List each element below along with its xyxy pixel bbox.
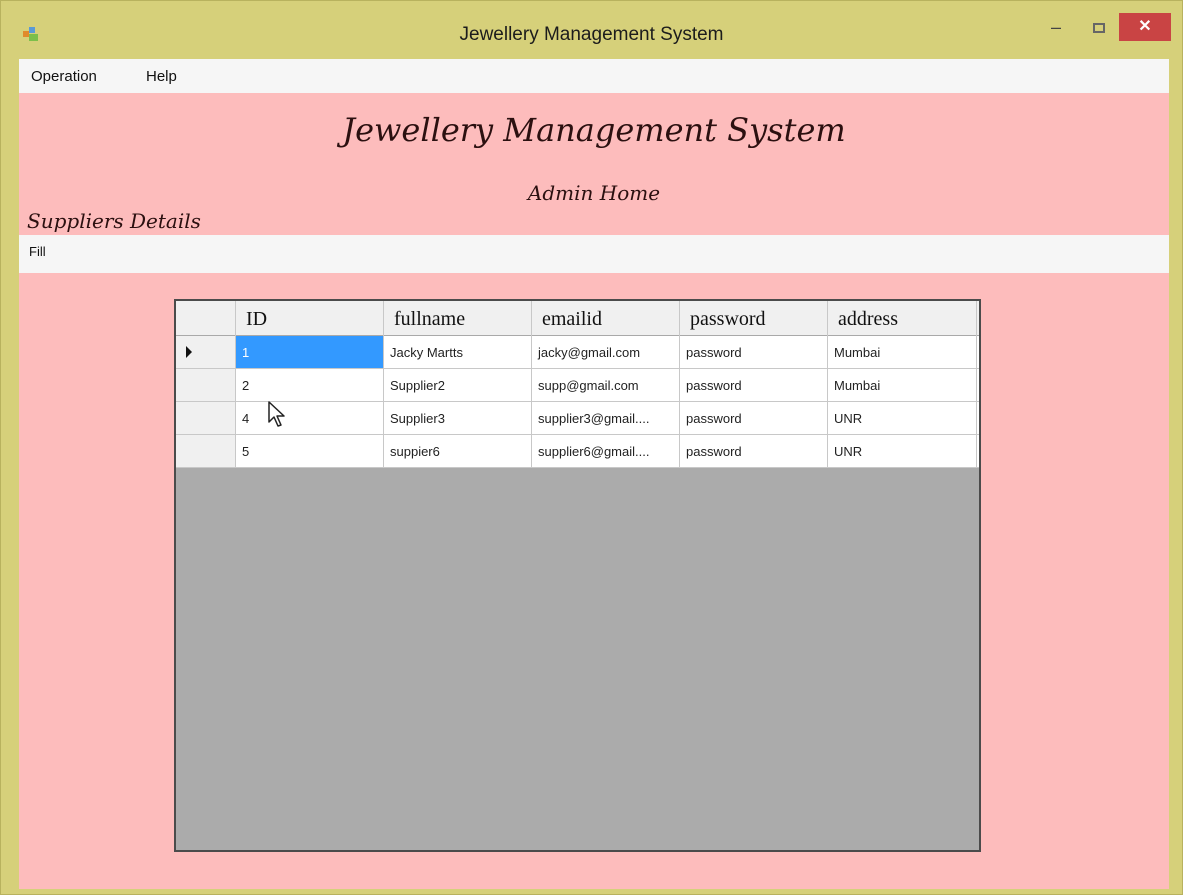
tool-strip: Fill bbox=[19, 235, 1169, 273]
cell-id[interactable]: 4 bbox=[236, 402, 384, 434]
grid-header: ID fullname emailid password address bbox=[176, 301, 979, 336]
table-row[interactable]: 5 suppier6 supplier6@gmail.... password … bbox=[176, 435, 979, 468]
cell-password[interactable]: password bbox=[680, 336, 828, 368]
cell-fullname[interactable]: Supplier3 bbox=[384, 402, 532, 434]
suppliers-grid[interactable]: ID fullname emailid password address 1 J… bbox=[174, 299, 981, 852]
row-header[interactable] bbox=[176, 369, 236, 401]
cell-fullname[interactable]: Jacky Martts bbox=[384, 336, 532, 368]
menu-item-help[interactable]: Help bbox=[146, 68, 177, 85]
cell-fullname[interactable]: suppier6 bbox=[384, 435, 532, 467]
cell-address[interactable]: Mumbai bbox=[828, 336, 977, 368]
column-header-emailid[interactable]: emailid bbox=[532, 301, 680, 336]
column-header-address[interactable]: address bbox=[828, 301, 977, 336]
cell-id[interactable]: 1 bbox=[236, 336, 384, 368]
cell-id[interactable]: 5 bbox=[236, 435, 384, 467]
cell-emailid[interactable]: supp@gmail.com bbox=[532, 369, 680, 401]
row-header[interactable] bbox=[176, 336, 236, 368]
cell-fullname[interactable]: Supplier2 bbox=[384, 369, 532, 401]
column-header-fullname[interactable]: fullname bbox=[384, 301, 532, 336]
column-header-id[interactable]: ID bbox=[236, 301, 384, 336]
cell-id[interactable]: 2 bbox=[236, 369, 384, 401]
fill-button[interactable]: Fill bbox=[25, 242, 50, 261]
current-row-icon bbox=[186, 346, 192, 358]
cell-password[interactable]: password bbox=[680, 435, 828, 467]
page-title: Jewellery Management System bbox=[342, 111, 846, 149]
minimize-icon[interactable]: – bbox=[1041, 13, 1071, 41]
row-header[interactable] bbox=[176, 435, 236, 467]
table-row[interactable]: 4 Supplier3 supplier3@gmail.... password… bbox=[176, 402, 979, 435]
column-header-password[interactable]: password bbox=[680, 301, 828, 336]
mouse-cursor-icon bbox=[268, 401, 285, 427]
menu-item-operation[interactable]: Operation bbox=[31, 68, 97, 85]
cell-address[interactable]: UNR bbox=[828, 435, 977, 467]
close-icon[interactable]: ✕ bbox=[1119, 13, 1171, 41]
row-header[interactable] bbox=[176, 402, 236, 434]
cell-password[interactable]: password bbox=[680, 402, 828, 434]
maximize-icon[interactable] bbox=[1085, 13, 1113, 41]
window-title: Jewellery Management System bbox=[459, 24, 724, 45]
table-row[interactable]: 1 Jacky Martts jacky@gmail.com password … bbox=[176, 336, 979, 369]
table-row[interactable]: 2 Supplier2 supp@gmail.com password Mumb… bbox=[176, 369, 979, 402]
menu-bar: Operation Help bbox=[19, 59, 1169, 93]
app-window: Jewellery Management System – ✕ Operatio… bbox=[0, 0, 1183, 895]
title-bar[interactable]: Jewellery Management System – ✕ bbox=[1, 1, 1182, 59]
cell-address[interactable]: UNR bbox=[828, 402, 977, 434]
cell-emailid[interactable]: supplier3@gmail.... bbox=[532, 402, 680, 434]
section-title: Suppliers Details bbox=[27, 209, 201, 233]
cell-emailid[interactable]: supplier6@gmail.... bbox=[532, 435, 680, 467]
client-area: Operation Help Jewellery Management Syst… bbox=[19, 59, 1169, 889]
page-subtitle: Admin Home bbox=[527, 181, 661, 205]
cell-address[interactable]: Mumbai bbox=[828, 369, 977, 401]
cell-password[interactable]: password bbox=[680, 369, 828, 401]
cell-emailid[interactable]: jacky@gmail.com bbox=[532, 336, 680, 368]
corner-header-cell[interactable] bbox=[176, 301, 236, 336]
